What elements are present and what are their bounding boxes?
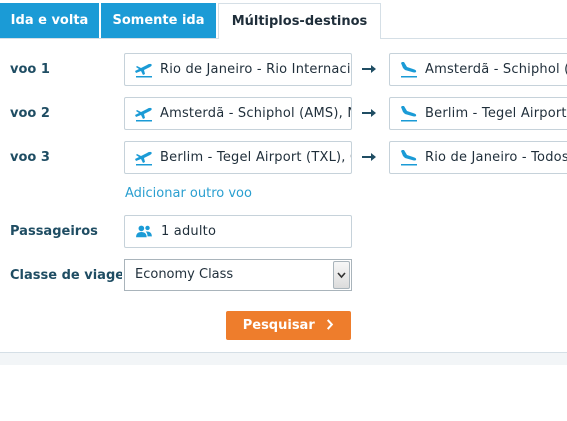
flight-3-label: voo 3: [10, 150, 50, 165]
tab-multi-city[interactable]: Múltiplos-destinos: [218, 3, 381, 40]
flight-3-destination-input[interactable]: Rio de Janeiro - Todos: [389, 141, 567, 174]
plane-landing-icon: [401, 150, 417, 166]
plane-takeoff-icon: [135, 151, 152, 166]
tab-one-way[interactable]: Somente ida: [101, 3, 216, 39]
passengers-label: Passageiros: [10, 224, 98, 239]
cabin-class-label: Classe de viagem: [10, 268, 122, 283]
plane-takeoff-icon: [135, 63, 152, 78]
plane-takeoff-icon: [135, 107, 152, 122]
flight-2-origin-input[interactable]: Amsterdã - Schiphol (AMS), Netherlands: [124, 97, 352, 130]
search-button[interactable]: Pesquisar: [226, 311, 351, 340]
panel-footer-band: [0, 353, 567, 365]
people-icon: [136, 225, 152, 238]
cabin-class-select[interactable]: Economy Class: [124, 259, 352, 291]
flight-2-destination-value: Berlim - Tegel Airport (TXL): [425, 106, 567, 121]
arrow-right-icon: [362, 153, 376, 161]
flight-2-destination-input[interactable]: Berlim - Tegel Airport (TXL): [389, 97, 567, 130]
tab-round-trip[interactable]: Ida e volta: [0, 3, 99, 39]
plane-landing-icon: [401, 106, 417, 122]
chevron-down-icon: [337, 272, 346, 279]
flight-1-origin-input[interactable]: Rio de Janeiro - Rio Internacional: [124, 53, 352, 86]
flight-2-origin-value: Amsterdã - Schiphol (AMS), Netherlands: [160, 106, 351, 121]
flight-3-destination-value: Rio de Janeiro - Todos: [425, 150, 567, 165]
passengers-input[interactable]: 1 adulto: [124, 215, 352, 248]
add-flight-link[interactable]: Adicionar outro voo: [125, 186, 252, 201]
flight-1-label: voo 1: [10, 62, 50, 77]
active-tab-connector: [219, 37, 380, 40]
arrow-right-icon: [362, 109, 376, 117]
plane-landing-icon: [401, 62, 417, 78]
flight-1-origin-value: Rio de Janeiro - Rio Internacional: [160, 62, 351, 77]
flight-1-destination-input[interactable]: Amsterdã - Schiphol (AMS): [389, 53, 567, 86]
arrow-right-icon: [362, 65, 376, 73]
passengers-value: 1 adulto: [161, 224, 217, 239]
trip-type-tabs: Ida e volta Somente ida Múltiplos-destin…: [0, 0, 567, 40]
cabin-class-value: Economy Class: [135, 267, 234, 282]
dropdown-toggle[interactable]: [333, 261, 350, 289]
flight-1-destination-value: Amsterdã - Schiphol (AMS): [425, 62, 567, 77]
flight-3-origin-input[interactable]: Berlim - Tegel Airport (TXL), Germany: [124, 141, 352, 174]
flight-2-label: voo 2: [10, 106, 50, 121]
flight-3-origin-value: Berlim - Tegel Airport (TXL), Germany: [160, 150, 351, 165]
chevron-right-icon: [327, 319, 334, 330]
search-button-label: Pesquisar: [242, 318, 315, 333]
